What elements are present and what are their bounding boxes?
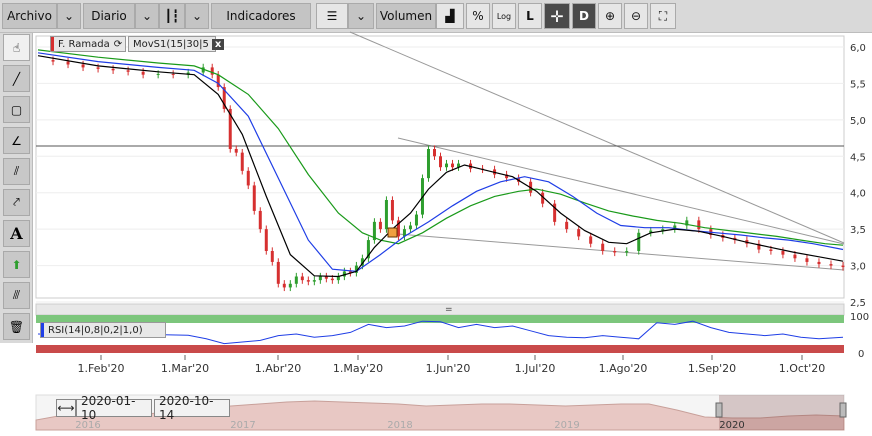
candle-body — [408, 225, 412, 230]
x-tick-label: 1.Abr'20 — [255, 362, 302, 375]
candle-body — [66, 61, 70, 65]
x-tick-label: 1.Oct'20 — [779, 362, 826, 375]
x-tick-label: 1.Sep'20 — [688, 362, 736, 375]
candle-body — [378, 221, 382, 230]
candle-body — [829, 264, 833, 266]
candle-body — [390, 200, 394, 221]
candle-body — [817, 261, 821, 265]
y-tick-label: 3,0 — [850, 262, 866, 273]
rsi-tick: 100 — [850, 312, 869, 323]
rsi-swatch — [41, 323, 44, 337]
candle-body — [384, 200, 388, 230]
candle-body — [111, 68, 115, 71]
rsi-tick: 0 — [858, 349, 864, 360]
candle-body — [306, 280, 310, 282]
candle-body — [697, 220, 701, 230]
close-icon[interactable]: x — [211, 38, 225, 50]
candle-body — [432, 149, 436, 157]
refresh-icon[interactable]: ⟳ — [114, 39, 122, 50]
candle-body — [589, 236, 593, 244]
candle-body — [300, 276, 304, 281]
y-tick-label: 5,5 — [850, 79, 866, 90]
candle-body — [330, 278, 334, 281]
y-tick-label: 4,0 — [850, 189, 866, 200]
navigator-handle-right[interactable] — [839, 402, 847, 418]
candle-body — [276, 261, 280, 284]
range-start-field[interactable]: 2020-01-10 — [76, 394, 152, 422]
candle-body — [451, 163, 455, 168]
candle-body — [270, 251, 274, 262]
navigator-year-label: 2017 — [230, 420, 255, 431]
x-tick-label: 1.Jul'20 — [515, 362, 556, 375]
range-arrows-icon[interactable]: ⟷ — [56, 399, 76, 417]
candle-body — [445, 163, 449, 168]
x-tick-label: 1.Feb'20 — [78, 362, 125, 375]
candle-body — [126, 70, 130, 72]
y-tick-label: 3,5 — [850, 225, 866, 236]
series-swatch — [51, 37, 54, 51]
price-chart[interactable]: 6,0 5,5 5,0 4,5 4,0 3,5 3,0 2,5 = 100 0 1.Feb'2… — [0, 0, 872, 436]
navigator-year-label: 2019 — [554, 420, 579, 431]
candle-body — [805, 258, 809, 262]
candle-body — [294, 276, 298, 284]
range-end-field[interactable]: 2020-10-14 — [154, 394, 230, 422]
candle-body — [96, 67, 100, 69]
candle-body — [793, 254, 797, 259]
y-tick-label: 4,5 — [850, 152, 866, 163]
candle-body — [601, 243, 605, 251]
candle-body — [769, 249, 773, 251]
x-tick-label: 1.Ago'20 — [599, 362, 648, 375]
y-tick-label: 2,5 — [850, 298, 866, 309]
candle-body — [81, 64, 85, 68]
rsi-low-band — [36, 345, 844, 353]
legend-rsi[interactable]: RSI(14|0,8|0,2|1,0) — [40, 322, 166, 338]
navigator-year-label: 2020 — [719, 420, 744, 431]
legend-main-series[interactable]: F. Ramada ⟳ — [50, 36, 126, 52]
navigator-handle-left[interactable] — [715, 402, 723, 418]
candle-body — [234, 149, 238, 153]
candle-body — [240, 152, 244, 171]
candle-body — [841, 265, 845, 268]
x-tick-label: 1.Mar'20 — [161, 362, 209, 375]
candle-body — [637, 232, 641, 251]
candle-body — [252, 185, 256, 211]
candle-body — [414, 214, 418, 226]
candle-body — [312, 280, 316, 282]
candle-body — [51, 60, 55, 62]
x-axis: 1.Feb'20 1.Mar'20 1.Abr'20 1.May'20 1.Jun'20… — [78, 355, 826, 375]
candle-body — [318, 276, 322, 281]
candle-body — [613, 251, 617, 253]
candle-body — [288, 283, 292, 288]
candle-body — [171, 73, 175, 75]
candle-body — [264, 229, 268, 251]
candle-body — [625, 251, 629, 253]
candle-body — [781, 251, 785, 255]
candle-body — [439, 156, 442, 168]
navigator-year-label: 2018 — [387, 420, 412, 431]
splitter-grip-icon[interactable]: = — [445, 305, 453, 315]
marker-square[interactable] — [387, 227, 398, 238]
candle-body — [210, 67, 214, 75]
candle-body — [577, 229, 581, 237]
candle-body — [258, 210, 262, 230]
x-tick-label: 1.May'20 — [333, 362, 383, 375]
candle-body — [141, 71, 145, 75]
pane-splitter[interactable] — [35, 303, 845, 316]
candle-body — [282, 283, 286, 288]
candle-body — [156, 73, 160, 75]
candle-body — [246, 170, 250, 186]
candle-body — [565, 221, 569, 230]
y-tick-label: 6,0 — [850, 43, 866, 54]
legend-indicator[interactable]: MovS1(15|30|5 x — [128, 36, 225, 52]
y-tick-label: 5,0 — [850, 116, 866, 127]
candle-body — [324, 276, 328, 279]
candle-body — [426, 149, 430, 179]
x-tick-label: 1.Jun'20 — [426, 362, 471, 375]
